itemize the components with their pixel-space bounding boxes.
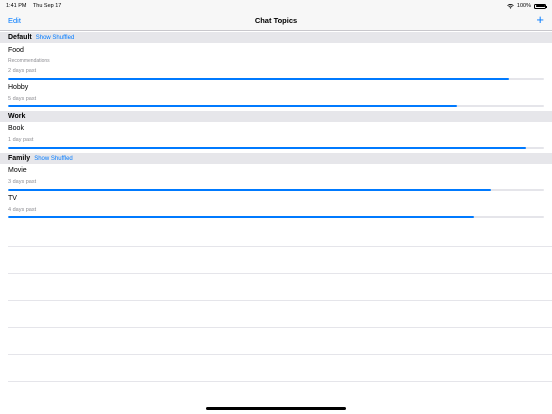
status-bar: 1:41 PM Thu Sep 17 100% — [0, 0, 552, 12]
row-separator — [8, 381, 552, 382]
section-title: Default — [8, 34, 32, 41]
row-separator — [8, 327, 552, 328]
topic-age: 3 days past — [8, 179, 37, 185]
topic-progress — [8, 189, 544, 191]
topic-progress — [8, 78, 544, 80]
topic-title: TV — [8, 195, 17, 202]
wifi-icon — [507, 3, 514, 9]
status-left: 1:41 PM Thu Sep 17 — [6, 3, 66, 9]
battery-percent: 100% — [516, 3, 531, 9]
topic-progress-fill — [8, 147, 526, 149]
page-title: Chat Topics — [254, 16, 298, 25]
row-separator — [8, 300, 552, 301]
topic-row-tv[interactable]: TV 4 days past — [0, 193, 552, 220]
topic-title: Hobby — [8, 84, 29, 91]
row-separator — [8, 246, 552, 247]
topic-title: Book — [8, 125, 24, 132]
topic-progress-fill — [8, 105, 458, 107]
topic-age: 1 day past — [8, 137, 34, 143]
add-topic-button[interactable]: + — [536, 13, 544, 27]
topic-row-book[interactable]: Book 1 day past — [0, 122, 552, 150]
topic-progress — [8, 147, 544, 149]
status-time: 1:41 PM — [6, 3, 27, 9]
topic-progress — [8, 216, 544, 218]
topic-age: 5 days past — [8, 96, 37, 102]
section-header-family: Family Show Shuffled — [0, 153, 552, 164]
status-right: 100% — [507, 3, 547, 9]
nav-bar: Edit Chat Topics + — [0, 12, 552, 31]
topic-progress-fill — [8, 189, 492, 191]
row-separator — [8, 273, 552, 274]
row-separator — [8, 354, 552, 355]
section-title: Work — [8, 113, 26, 120]
topic-title: Movie — [8, 167, 27, 174]
topic-row-movie[interactable]: Movie 3 days past — [0, 164, 552, 193]
show-shuffled-button[interactable]: Show Shuffled — [34, 156, 73, 162]
topic-progress — [8, 105, 544, 107]
section-header-work: Work — [0, 111, 552, 122]
home-indicator[interactable] — [206, 407, 346, 410]
topic-row-hobby[interactable]: Hobby 5 days past — [0, 82, 552, 109]
show-shuffled-button[interactable]: Show Shuffled — [36, 35, 75, 41]
topic-progress-fill — [8, 78, 510, 80]
topic-age: 2 days past — [8, 68, 37, 74]
topic-title: Food — [8, 47, 24, 54]
section-header-default: Default Show Shuffled — [0, 32, 552, 43]
topic-age: 4 days past — [8, 207, 37, 213]
topic-subtitle: Recommendations — [8, 58, 50, 64]
topic-row-food[interactable]: Food Recommendations 2 days past — [0, 43, 552, 82]
topic-progress-fill — [8, 216, 474, 218]
battery-icon — [534, 3, 547, 9]
status-date: Thu Sep 17 — [32, 3, 62, 9]
section-title: Family — [8, 155, 31, 162]
